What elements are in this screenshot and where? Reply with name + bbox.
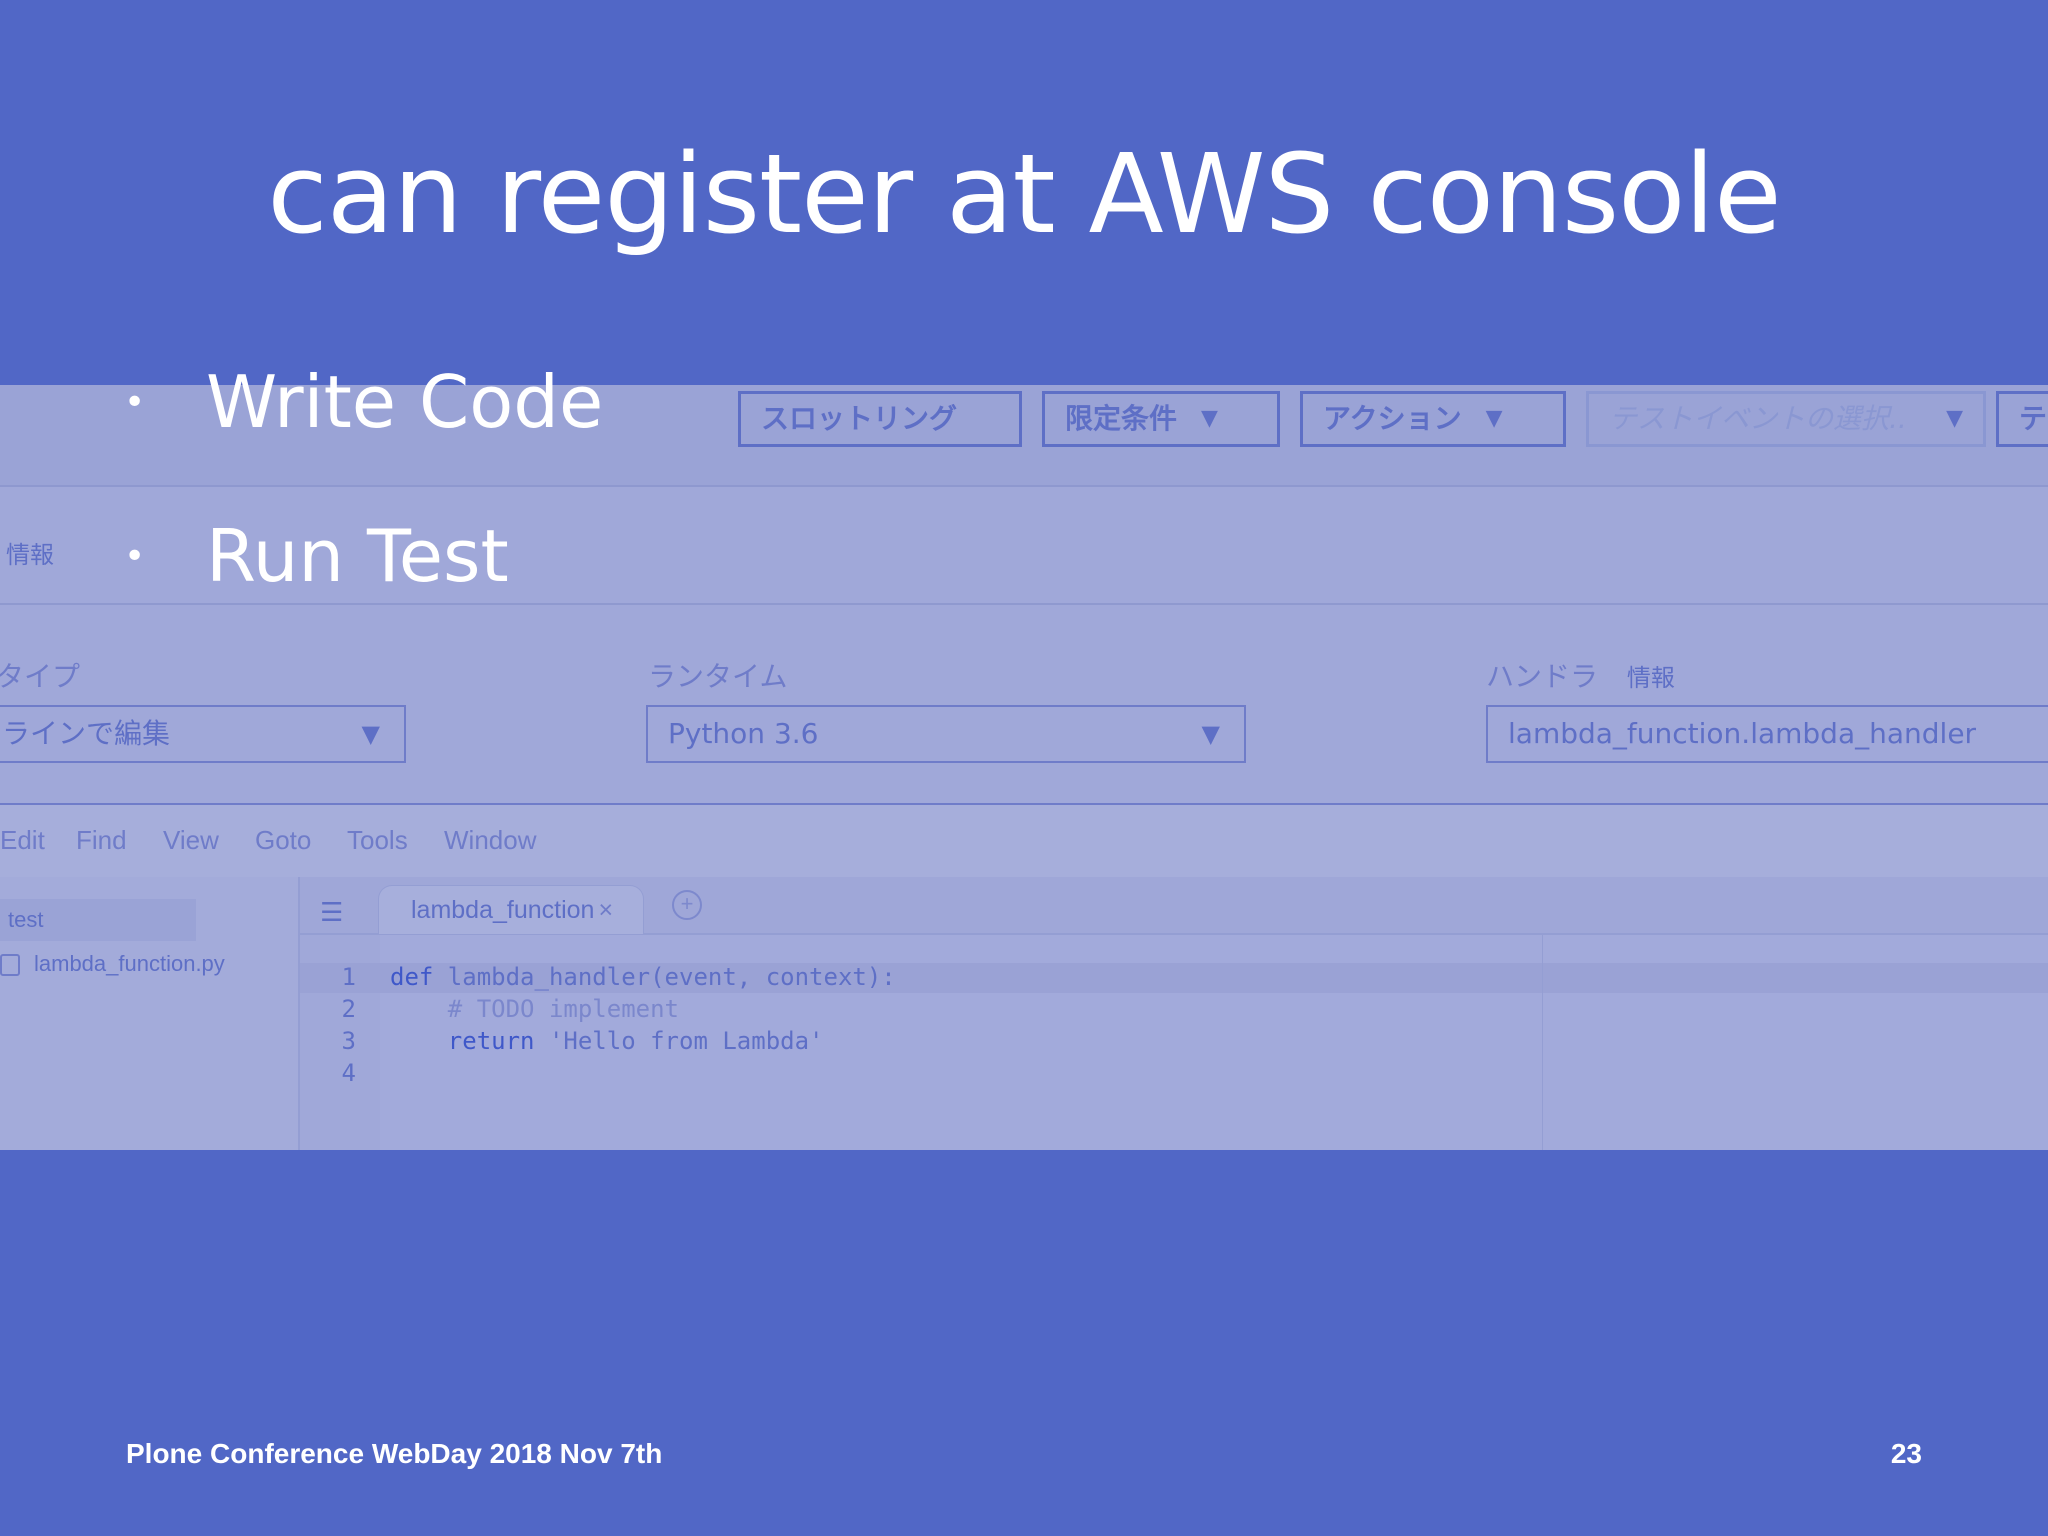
file-icon [0, 954, 20, 977]
line-number: 4 [341, 1059, 356, 1087]
handler-value: lambda_function.lambda_handler [1508, 717, 1977, 750]
code-entry-type-select[interactable]: ラインで編集 ▼ [0, 705, 406, 763]
code-comment: # TODO implement [390, 995, 679, 1023]
caret-down-icon: ▼ [1201, 406, 1218, 431]
code-entry-type-label: タイプ [0, 655, 80, 695]
code-entry-type-text: タイプ [0, 660, 81, 693]
aws-console-screenshot: スロットリング 限定条件 ▼ アクション ▼ テストイベントの選択.. ▼ テ … [0, 385, 2048, 1150]
menu-view[interactable]: View [163, 825, 219, 856]
caret-down-icon: ▼ [1946, 406, 1963, 431]
actions-label: アクション [1323, 402, 1462, 435]
code-line: 3 return 'Hello from Lambda' [300, 1027, 2000, 1059]
line-number: 3 [341, 1027, 356, 1055]
bullet-item: • Write Code [124, 360, 603, 444]
folder-test[interactable]: test [0, 899, 196, 941]
code-line: 4 [300, 1059, 2000, 1091]
slide-footer: Plone Conference WebDay 2018 Nov 7th [126, 1438, 663, 1469]
test-button[interactable]: テ [1996, 391, 2048, 447]
menu-tools[interactable]: Tools [347, 825, 408, 856]
throttling-label: スロットリング [761, 402, 958, 435]
runtime-label: ランタイム [648, 655, 787, 695]
menu-edit[interactable]: Edit [0, 825, 45, 856]
handler-label-text: ハンドラ [1486, 660, 1599, 693]
menu-window[interactable]: Window [444, 825, 536, 856]
tab-label: lambda_function [411, 896, 595, 924]
bullet-dot: • [124, 381, 146, 423]
caret-down-icon: ▼ [361, 720, 380, 748]
code-text: lambda_handler(event, context): [433, 963, 896, 991]
handler-label: ハンドラ 情報 [1486, 655, 1675, 695]
close-tab-icon[interactable]: × [598, 896, 613, 924]
qualifiers-label: 限定条件 [1065, 402, 1178, 435]
test-event-select[interactable]: テストイベントの選択.. ▼ [1586, 391, 1986, 447]
page-number: 23 [1890, 1438, 1922, 1469]
throttling-button[interactable]: スロットリング [738, 391, 1022, 447]
bullet-text: Run Test [206, 514, 509, 598]
handler-input[interactable]: lambda_function.lambda_handler [1486, 705, 2048, 763]
file-lambda-function[interactable]: lambda_function.py [0, 951, 225, 977]
test-button-label: テ [2019, 402, 2048, 435]
qualifiers-button[interactable]: 限定条件 ▼ [1042, 391, 1280, 447]
line-number: 1 [341, 963, 356, 991]
runtime-value: Python 3.6 [668, 717, 819, 750]
code-keyword: return [390, 1027, 535, 1055]
line-number: 2 [341, 995, 356, 1023]
menu-goto[interactable]: Goto [255, 825, 311, 856]
handler-info-link[interactable]: 情報 [1627, 664, 1675, 692]
code-entry-type-value: ラインで編集 [2, 717, 171, 750]
bullet-text: Write Code [206, 360, 604, 444]
tab-lambda-function[interactable]: lambda_function × [378, 885, 645, 934]
caret-down-icon: ▼ [1201, 720, 1220, 748]
code-text: 'Hello from Lambda' [534, 1027, 824, 1055]
tab-list-icon[interactable]: ☰ [320, 897, 343, 928]
runtime-label-text: ランタイム [648, 660, 788, 693]
info-link[interactable]: 情報 [6, 535, 54, 570]
file-name: lambda_function.py [34, 951, 225, 976]
slide-title: can register at AWS console [267, 130, 1781, 258]
bullet-dot: • [124, 535, 146, 577]
runtime-select[interactable]: Python 3.6 ▼ [646, 705, 1246, 763]
code-keyword: def [390, 963, 434, 991]
caret-down-icon: ▼ [1485, 406, 1503, 431]
add-tab-icon[interactable]: + [672, 890, 702, 920]
actions-button[interactable]: アクション ▼ [1300, 391, 1566, 447]
test-event-placeholder: テストイベントの選択.. [1609, 402, 1907, 435]
code-line: 2 # TODO implement [300, 995, 2000, 1027]
code-line: 1 def lambda_handler(event, context): [300, 963, 2000, 995]
bullet-item: • Run Test [124, 514, 509, 598]
menu-find[interactable]: Find [76, 825, 127, 856]
